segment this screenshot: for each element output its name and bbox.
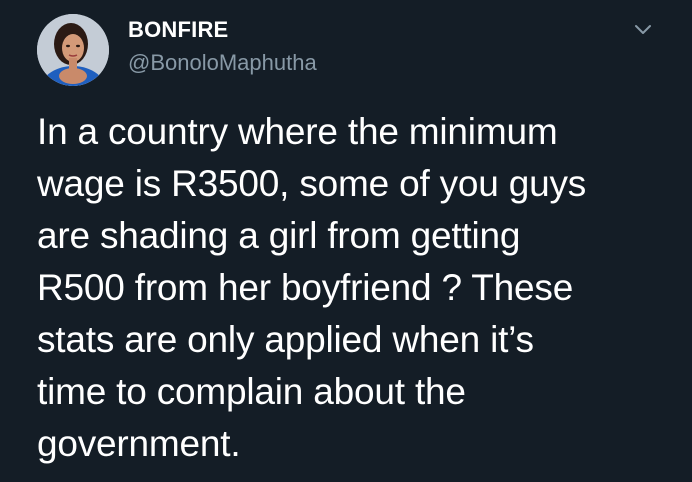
tweet-line: time to complain about the bbox=[37, 371, 466, 412]
tweet-line: government. bbox=[37, 423, 241, 464]
chevron-down-icon[interactable] bbox=[632, 22, 654, 38]
user-handle[interactable]: @BonoloMaphutha bbox=[128, 50, 317, 76]
display-name[interactable]: BONFIRE bbox=[128, 17, 228, 43]
tweet-card: BONFIRE @BonoloMaphutha In a country whe… bbox=[0, 0, 692, 482]
tweet-line: In a country where the minimum bbox=[37, 111, 558, 152]
tweet-line: are shading a girl from getting bbox=[37, 215, 521, 256]
avatar[interactable] bbox=[37, 14, 109, 86]
tweet-line: R500 from her boyfriend ? These bbox=[37, 267, 574, 308]
tweet-line: stats are only applied when it’s bbox=[37, 319, 534, 360]
tweet-text: In a country where the minimum wage is R… bbox=[37, 106, 667, 470]
profile-photo-icon bbox=[37, 14, 109, 86]
tweet-line: wage is R3500, some of you guys bbox=[37, 163, 587, 204]
